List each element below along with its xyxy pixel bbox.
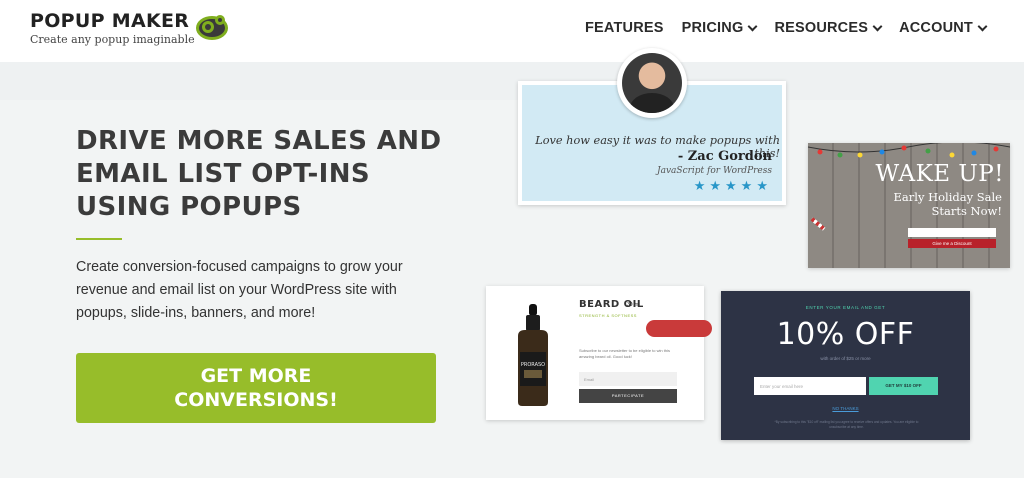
beard-oil-popup-preview: PRORASO BEARD OIL 30 ml STRENGTH & SOFTN… — [486, 286, 704, 420]
avatar — [617, 48, 687, 118]
holiday-subtitle: Early Holiday Sale Starts Now! — [808, 190, 1002, 218]
nav-resources-label: RESOURCES — [774, 20, 869, 36]
main-nav: FEATURES PRICING RESOURCES ACCOUNT — [585, 20, 988, 36]
offer-condition: with order of $25 or more — [820, 356, 871, 361]
beard-email-input[interactable]: Email — [579, 372, 677, 386]
string-lights-icon — [808, 143, 1010, 158]
holiday-subtitle-line2: Starts Now! — [931, 204, 1002, 218]
holiday-subtitle-line1: Early Holiday Sale — [893, 190, 1002, 204]
chevron-down-icon — [872, 21, 883, 31]
nav-account-label: ACCOUNT — [899, 20, 973, 36]
hero-subtitle: Create conversion-focused campaigns to g… — [76, 259, 403, 321]
nav-features[interactable]: FEATURES — [585, 20, 664, 36]
red-tab-decoration — [646, 320, 712, 337]
nav-pricing[interactable]: PRICING — [681, 20, 758, 36]
hero-title: DRIVE MORE SALES AND EMAIL LIST OPT-INS … — [76, 126, 442, 222]
offer-heading: ENTER YOUR EMAIL AND GET — [805, 305, 886, 310]
nav-pricing-label: PRICING — [681, 20, 744, 36]
popup-maker-gear-logo-icon — [196, 15, 228, 40]
get-more-conversions-button[interactable]: GET MORE CONVERSIONS! — [76, 353, 436, 423]
beard-participate-button[interactable]: PARTECIPATE — [579, 389, 677, 403]
beard-oil-bottle-icon: PRORASO — [518, 304, 548, 406]
holiday-title: WAKE UP! — [875, 161, 1004, 187]
brand-logo[interactable]: POPUP MAKER Create any popup imaginable — [30, 10, 228, 46]
discount-popup-preview: ENTER YOUR EMAIL AND GET 10% OFF with or… — [721, 291, 970, 440]
hero-divider — [76, 238, 122, 240]
offer-fine-print: *By subscribing to this "$10 off" mailin… — [774, 420, 919, 429]
beard-size: 30 ml — [627, 302, 640, 308]
nav-resources[interactable]: RESOURCES — [774, 20, 883, 36]
nav-account[interactable]: ACCOUNT — [899, 20, 988, 36]
testimonial-author: - Zac Gordon — [677, 149, 772, 164]
beard-description: Subscribe to our newsletter to be eligib… — [579, 348, 670, 359]
chevron-down-icon — [977, 21, 988, 31]
offer-submit-button[interactable]: GET MY $10 OFF — [869, 377, 938, 395]
chevron-down-icon — [747, 21, 758, 31]
brand-name: POPUP MAKER — [30, 10, 190, 32]
offer-headline: 10% OFF — [776, 317, 915, 352]
testimonial-author-role: JavaScript for WordPress — [656, 166, 772, 176]
no-thanks-link[interactable]: NO THANKS — [721, 406, 970, 411]
bottle-label: PRORASO — [521, 362, 545, 368]
avatar-photo — [622, 53, 682, 113]
offer-email-input[interactable]: Enter your email here — [754, 377, 866, 395]
brand-tagline: Create any popup imaginable — [30, 33, 195, 46]
holiday-email-input[interactable] — [908, 228, 996, 237]
rating-stars-icon: ★★★★★ — [693, 178, 772, 193]
beard-tagline: STRENGTH & SOFTNESS — [579, 313, 637, 318]
site-header: POPUP MAKER Create any popup imaginable … — [0, 0, 1024, 62]
holiday-discount-button[interactable]: Give me a Discount — [908, 239, 996, 248]
holiday-popup-preview: WAKE UP! Early Holiday Sale Starts Now! … — [808, 143, 1010, 268]
nav-features-label: FEATURES — [584, 20, 664, 36]
